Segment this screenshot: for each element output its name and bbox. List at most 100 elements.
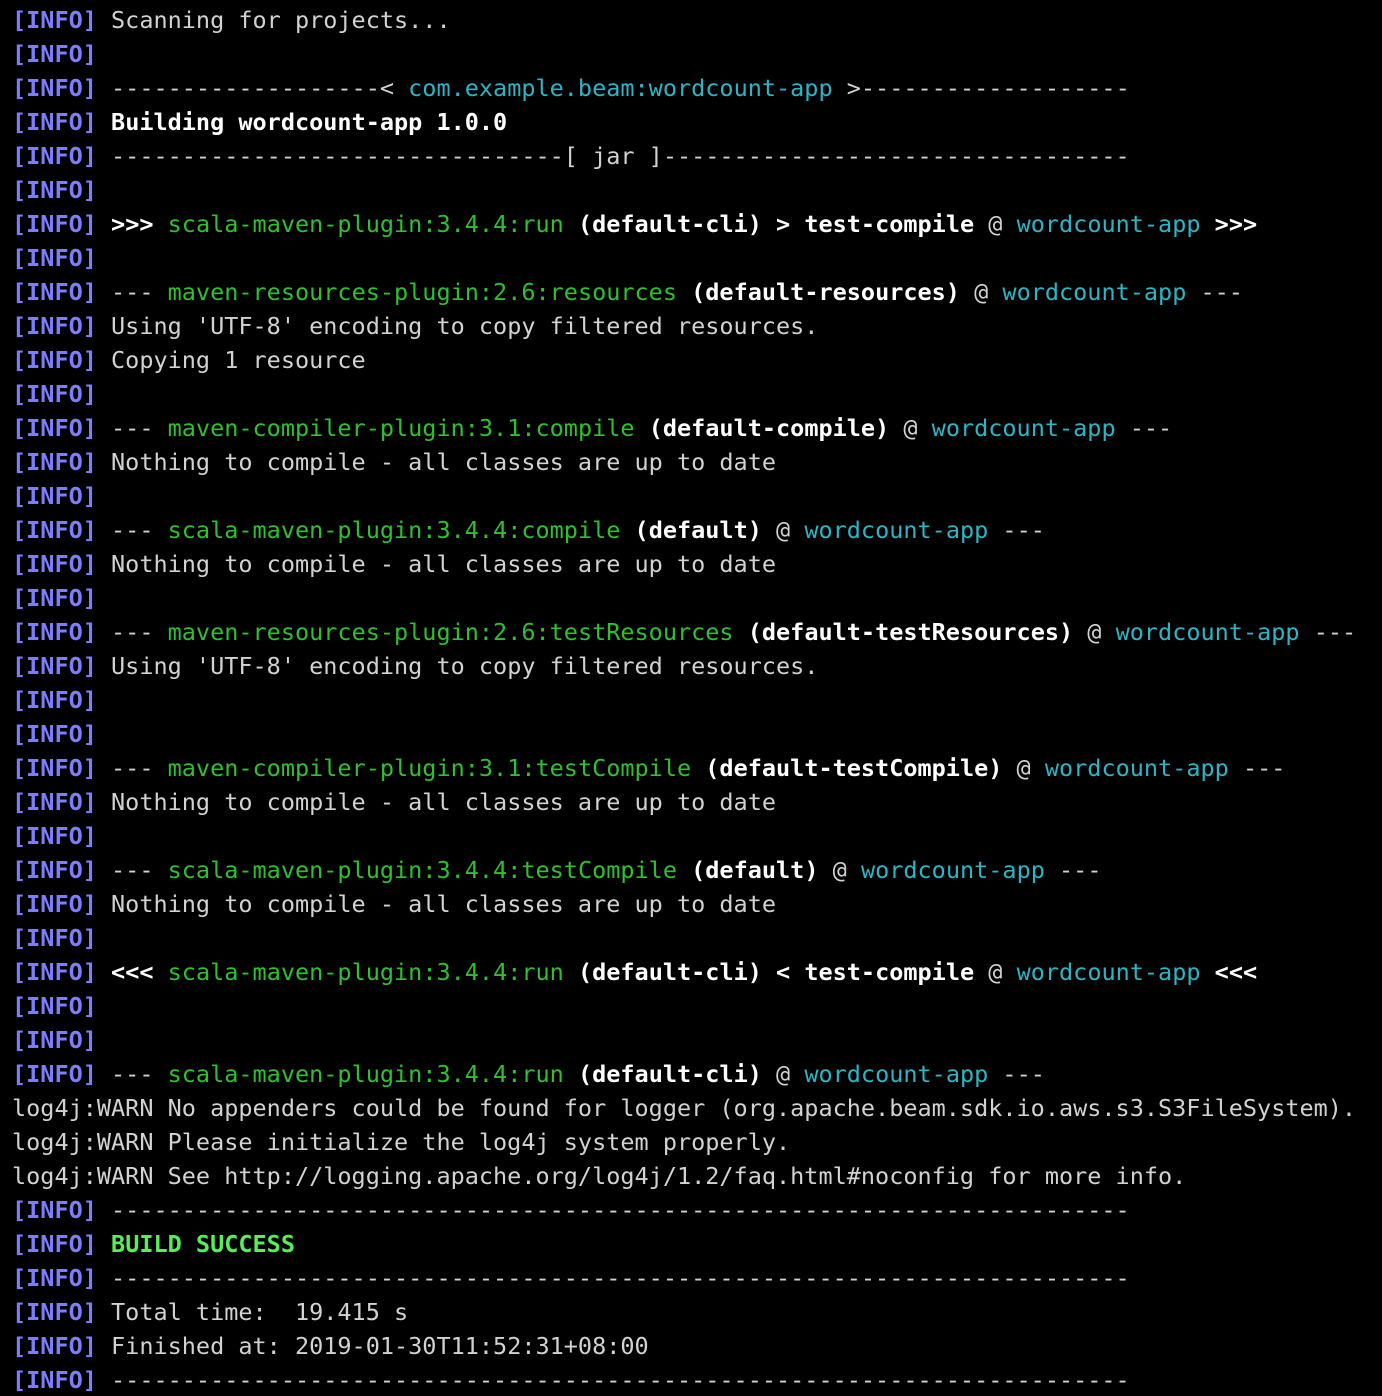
log-emphasis: (default-testCompile) [705, 754, 1003, 782]
log-text: --- [1186, 278, 1243, 306]
log-text: @ [974, 210, 1017, 238]
log-level-tag: [INFO] [12, 74, 97, 102]
log-level-tag: [INFO] [12, 176, 97, 204]
terminal-output[interactable]: [INFO] Scanning for projects... [INFO] [IN… [0, 0, 1382, 1396]
log-text: --------------------------------[ jar ]-… [96, 142, 1130, 170]
log-text: @ [959, 278, 1003, 306]
log-emphasis: <<< [1214, 958, 1258, 986]
plugin-goal: maven-compiler-plugin:3.1:compile [167, 414, 635, 442]
log-text: Scanning for projects... [96, 6, 451, 34]
terminal-line: [INFO] --- maven-resources-plugin:2.6:te… [12, 615, 1382, 649]
terminal-line: log4j:WARN Please initialize the log4j s… [12, 1125, 1382, 1159]
log-text: --- [96, 278, 168, 306]
log-text: --- [988, 1060, 1045, 1088]
plugin-goal: maven-resources-plugin:2.6:testResources [167, 618, 734, 646]
log-text: --- [1044, 856, 1102, 884]
log-level-tag: [INFO] [12, 278, 97, 306]
log-text: --- [1299, 618, 1357, 646]
terminal-line: [INFO] --- scala-maven-plugin:3.4.4:test… [12, 853, 1382, 887]
log-level-tag: [INFO] [12, 1230, 97, 1258]
terminal-line: [INFO] --- maven-compiler-plugin:3.1:tes… [12, 751, 1382, 785]
log-emphasis: (default) [691, 856, 819, 884]
terminal-line: [INFO] --- scala-maven-plugin:3.4.4:run … [12, 1057, 1382, 1091]
log-level-tag: [INFO] [12, 618, 97, 646]
log-text: ----------------------------------------… [96, 1264, 1130, 1292]
terminal-line: [INFO] [12, 819, 1382, 853]
terminal-line: [INFO] [12, 989, 1382, 1023]
terminal-line: [INFO] [12, 1023, 1382, 1057]
log-level-tag: [INFO] [12, 720, 97, 748]
log-emphasis: >>> [1214, 210, 1258, 238]
terminal-line: [INFO] [12, 173, 1382, 207]
log-level-tag: [INFO] [12, 1196, 97, 1224]
log-emphasis: Building wordcount-app 1.0.0 [111, 108, 508, 136]
terminal-line: [INFO] Nothing to compile - all classes … [12, 547, 1382, 581]
terminal-line: [INFO] Nothing to compile - all classes … [12, 785, 1382, 819]
log-level-tag: [INFO] [12, 1060, 97, 1088]
log-level-tag: [INFO] [12, 6, 97, 34]
log-text: --- [96, 1060, 168, 1088]
log-text: @ [1002, 754, 1045, 782]
log-level-tag: [INFO] [12, 788, 97, 816]
terminal-line: [INFO] Total time: 19.415 s [12, 1295, 1382, 1329]
log-level-tag: [INFO] [12, 856, 97, 884]
log-text: @ [761, 1060, 805, 1088]
log-level-tag: [INFO] [12, 890, 97, 918]
log-text: --- [96, 856, 168, 884]
log-level-tag: [INFO] [12, 1298, 97, 1326]
log-emphasis: >>> [111, 210, 154, 238]
log-level-tag: [INFO] [12, 40, 97, 68]
terminal-line: log4j:WARN See http://logging.apache.org… [12, 1159, 1382, 1193]
terminal-line: [INFO] [12, 241, 1382, 275]
log-text: Nothing to compile - all classes are up … [96, 550, 777, 578]
terminal-line: [INFO] BUILD SUCCESS [12, 1227, 1382, 1261]
plugin-goal: scala-maven-plugin:3.4.4:run [167, 210, 564, 238]
log-level-tag: [INFO] [12, 210, 97, 238]
terminal-line: [INFO] ---------------------------------… [12, 1193, 1382, 1227]
log-text: --- [96, 754, 168, 782]
log-level-tag: [INFO] [12, 550, 97, 578]
terminal-line: [INFO] --------------------------------[… [12, 139, 1382, 173]
artifact-name: wordcount-app [931, 414, 1116, 442]
log-level-tag: [INFO] [12, 584, 97, 612]
artifact-name: com.example.beam:wordcount-app [408, 74, 833, 102]
log-level-tag: [INFO] [12, 448, 97, 476]
terminal-line: [INFO] Using 'UTF-8' encoding to copy fi… [12, 649, 1382, 683]
log-text: @ [1073, 618, 1116, 646]
log-text: log4j:WARN No appenders could be found f… [12, 1094, 1357, 1122]
log-emphasis: (default-cli) [577, 1060, 762, 1088]
terminal-line: [INFO] [12, 921, 1382, 955]
terminal-line: [INFO] ---------------------------------… [12, 1261, 1382, 1295]
terminal-line: [INFO] Scanning for projects... [12, 3, 1382, 37]
terminal-line: [INFO] --- scala-maven-plugin:3.4.4:comp… [12, 513, 1382, 547]
log-text: @ [889, 414, 932, 442]
log-level-tag: [INFO] [12, 108, 97, 136]
log-level-tag: [INFO] [12, 958, 97, 986]
terminal-line: [INFO] --- maven-resources-plugin:2.6:re… [12, 275, 1382, 309]
terminal-line: [INFO] Copying 1 resource [12, 343, 1382, 377]
log-text: Finished at: 2019-01-30T11:52:31+08:00 [96, 1332, 649, 1360]
log-level-tag: [INFO] [12, 380, 97, 408]
log-level-tag: [INFO] [12, 516, 97, 544]
build-status: BUILD SUCCESS [111, 1230, 295, 1258]
log-text: log4j:WARN See http://logging.apache.org… [12, 1162, 1187, 1190]
artifact-name: wordcount-app [1016, 210, 1201, 238]
terminal-line: [INFO] Nothing to compile - all classes … [12, 887, 1382, 921]
terminal-line: [INFO] >>> scala-maven-plugin:3.4.4:run … [12, 207, 1382, 241]
log-level-tag: [INFO] [12, 1366, 97, 1394]
terminal-line: [INFO] [12, 37, 1382, 71]
plugin-goal: maven-resources-plugin:2.6:resources [167, 278, 677, 306]
terminal-line: [INFO] Finished at: 2019-01-30T11:52:31+… [12, 1329, 1382, 1363]
terminal-line: [INFO] Building wordcount-app 1.0.0 [12, 105, 1382, 139]
